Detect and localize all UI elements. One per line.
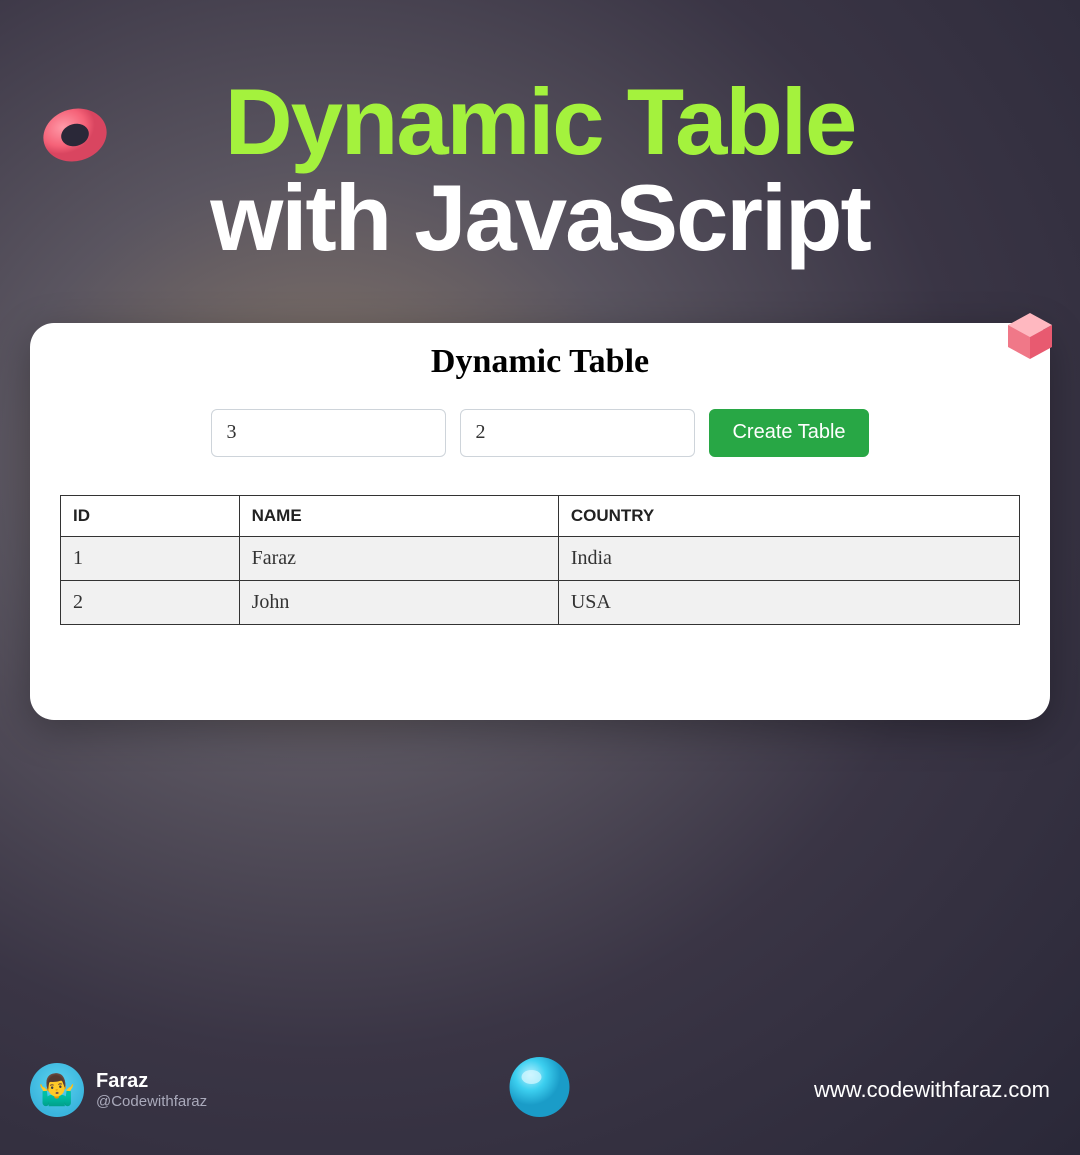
footer: 🤷‍♂️ Faraz @Codewithfaraz www.codewithfa… [30,1063,1050,1117]
author-block: 🤷‍♂️ Faraz @Codewithfaraz [30,1063,207,1117]
table-cell: John [239,580,558,624]
author-name: Faraz [96,1070,207,1093]
table-header: COUNTRY [558,495,1019,536]
table-cell: USA [558,580,1019,624]
controls-row: Create Table [60,409,1020,457]
title-line-1: Dynamic Table [0,75,1080,169]
demo-card: Dynamic Table Create Table ID NAME COUNT… [30,323,1050,720]
page-title: Dynamic Table with JavaScript [0,75,1080,268]
table-cell: 2 [61,580,240,624]
cube-icon [1000,305,1060,365]
table-cell: 1 [61,536,240,580]
table-cell: Faraz [239,536,558,580]
avatar: 🤷‍♂️ [30,1063,84,1117]
create-table-button[interactable]: Create Table [709,409,868,457]
card-heading: Dynamic Table [60,343,1020,381]
website-link[interactable]: www.codewithfaraz.com [814,1077,1050,1103]
author-handle: @Codewithfaraz [96,1093,207,1110]
rows-input[interactable] [211,409,446,457]
torus-icon [35,95,115,175]
table-header: ID [61,495,240,536]
table-row: 2 John USA [61,580,1020,624]
title-line-2: with JavaScript [0,169,1080,268]
data-table: ID NAME COUNTRY 1 Faraz India 2 John USA [60,495,1020,625]
cols-input[interactable] [460,409,695,457]
table-row: 1 Faraz India [61,536,1020,580]
table-header: NAME [239,495,558,536]
table-cell: India [558,536,1019,580]
